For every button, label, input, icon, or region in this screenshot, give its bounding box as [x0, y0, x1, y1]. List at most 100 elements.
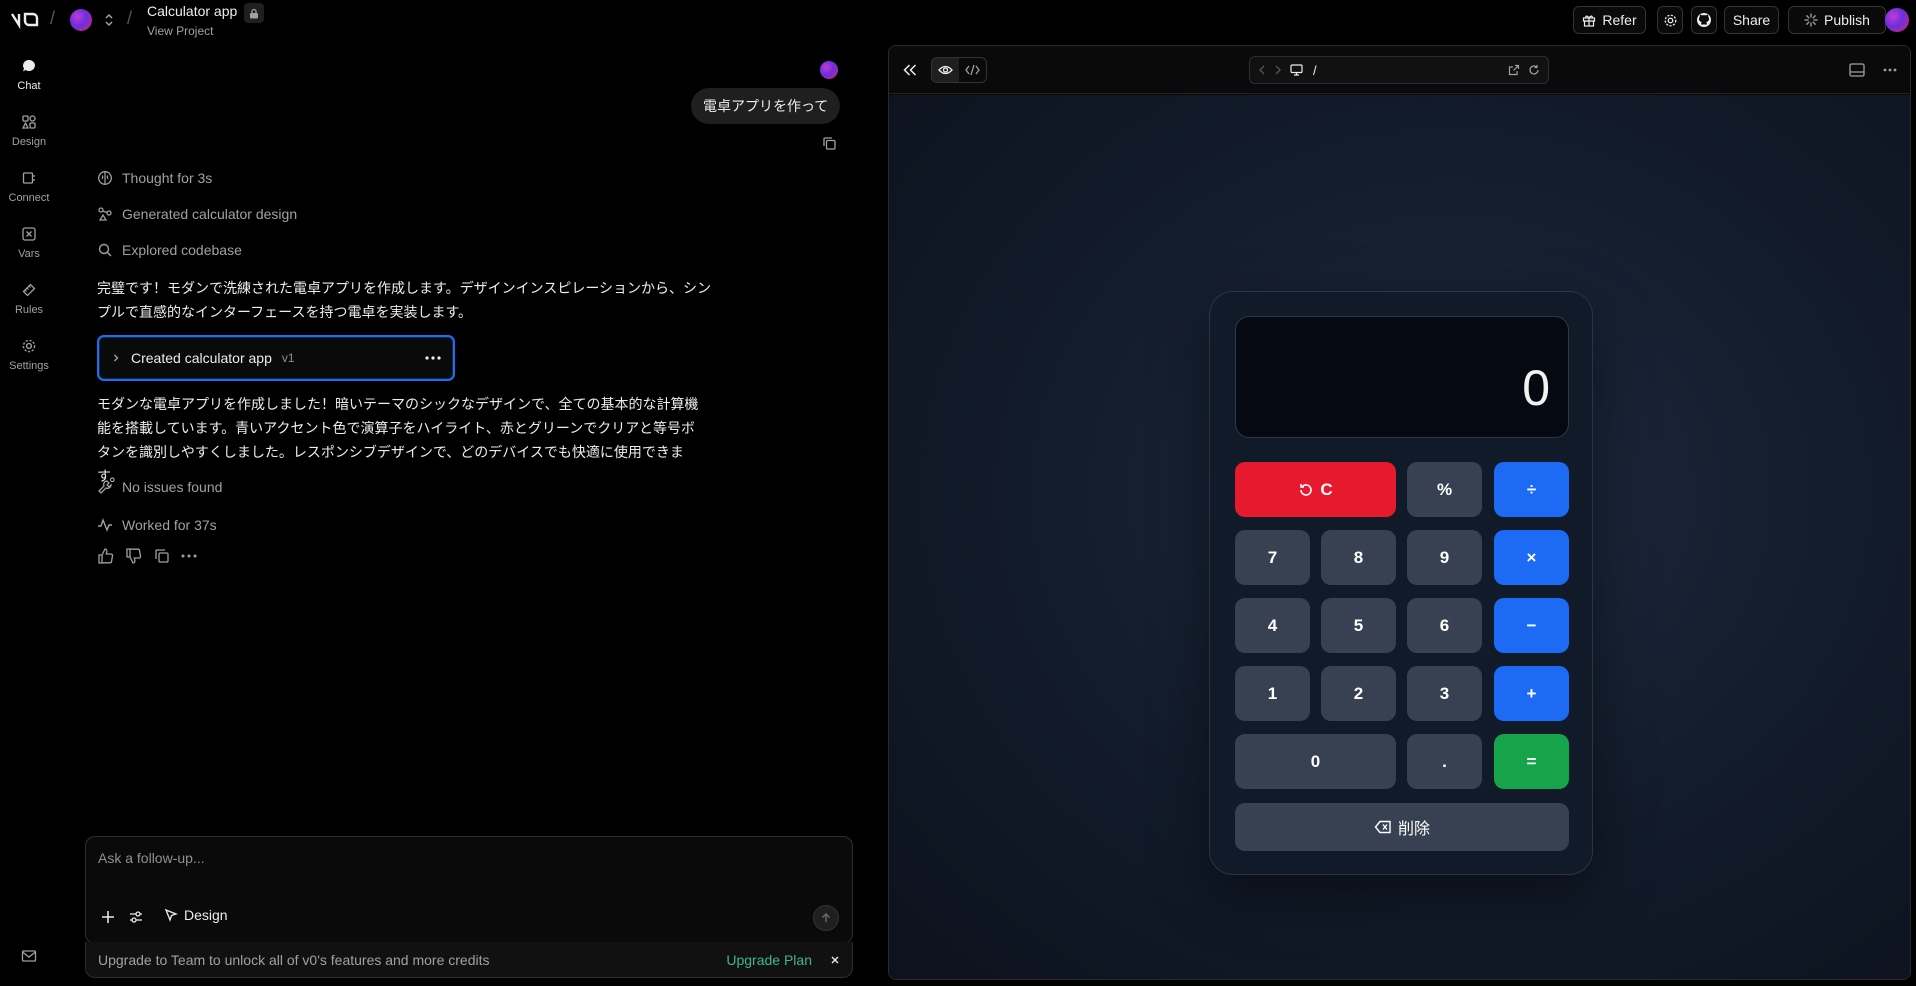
key-0[interactable]: 0 [1235, 734, 1396, 789]
thumbs-up-icon[interactable] [97, 547, 115, 565]
rail-item-chat[interactable]: Chat [0, 58, 58, 92]
step-explored-label: Explored codebase [122, 242, 242, 258]
external-link-icon[interactable] [1508, 64, 1520, 76]
rail-item-vars[interactable]: Vars [0, 226, 58, 260]
refer-button[interactable]: Refer [1573, 6, 1646, 34]
key-4[interactable]: 4 [1235, 598, 1310, 653]
send-button[interactable] [813, 905, 839, 931]
code-icon[interactable] [959, 58, 986, 82]
design-mode-button[interactable]: Design [164, 907, 228, 923]
step-no-issues[interactable]: No issues found [97, 479, 222, 495]
monitor-icon[interactable] [1290, 64, 1303, 76]
step-explored[interactable]: Explored codebase [97, 242, 242, 258]
key-7[interactable]: 7 [1235, 530, 1310, 585]
team-avatar[interactable] [70, 9, 92, 31]
calculator: 0 C % ÷ 7 8 9 × 4 5 6 − 1 2 3 + 0 . = 削除 [1209, 291, 1593, 875]
publish-button[interactable]: Publish [1788, 6, 1886, 34]
rail-label: Vars [18, 248, 40, 260]
project-title[interactable]: Calculator app [147, 3, 237, 19]
key-3[interactable]: 3 [1407, 666, 1482, 721]
copy-message-icon[interactable] [822, 136, 837, 151]
rail-label: Connect [8, 192, 50, 204]
step-thought[interactable]: Thought for 3s [97, 170, 212, 186]
percent-button[interactable]: % [1407, 462, 1482, 517]
step-worked[interactable]: Worked for 37s [97, 517, 217, 533]
key-2[interactable]: 2 [1321, 666, 1396, 721]
assistant-summary-text: モダンな電卓アプリを作成しました！暗いテーマのシックなデザインで、全ての基本的な… [97, 396, 699, 484]
plus-icon[interactable] [100, 909, 116, 925]
plus-button[interactable]: + [1494, 666, 1569, 721]
gift-icon [1582, 13, 1596, 27]
upgrade-plan-link[interactable]: Upgrade Plan [726, 952, 812, 968]
composer[interactable]: Ask a follow-up... Design [85, 836, 853, 944]
clear-label: C [1320, 479, 1333, 499]
eye-icon[interactable] [932, 58, 959, 82]
delete-button[interactable]: 削除 [1235, 803, 1569, 851]
minus-button[interactable]: − [1494, 598, 1569, 653]
step-generated-label: Generated calculator design [122, 206, 298, 222]
breadcrumb-separator: / [127, 8, 133, 28]
copy-icon[interactable] [153, 547, 171, 565]
top-bar: / / Calculator app View Project Refer Sh… [0, 0, 1916, 42]
key-1[interactable]: 1 [1235, 666, 1310, 721]
share-button[interactable]: Share [1724, 6, 1779, 34]
cursor-pointer-icon [164, 908, 178, 922]
url-bar[interactable]: / [1249, 56, 1549, 84]
view-project-link[interactable]: View Project [147, 24, 213, 38]
vars-icon [21, 226, 37, 242]
step-no-issues-label: No issues found [122, 479, 223, 495]
rail-item-rules[interactable]: Rules [0, 282, 58, 316]
key-9[interactable]: 9 [1407, 530, 1482, 585]
version-badge: v1 [281, 351, 295, 365]
collapse-chevrons-icon[interactable] [903, 64, 917, 76]
close-icon[interactable] [830, 955, 840, 965]
settings-icon [21, 338, 37, 354]
mail-icon[interactable] [21, 949, 37, 963]
key-6[interactable]: 6 [1407, 598, 1482, 653]
delete-label: 削除 [1397, 821, 1430, 838]
calculator-display: 0 [1235, 316, 1569, 438]
refresh-icon[interactable] [1528, 64, 1540, 76]
upgrade-text: Upgrade to Team to unlock all of v0's fe… [98, 951, 490, 968]
divide-button[interactable]: ÷ [1494, 462, 1569, 517]
rail-item-settings[interactable]: Settings [0, 338, 58, 372]
spinner-icon [1804, 13, 1818, 27]
thumbs-down-icon[interactable] [125, 547, 143, 565]
github-button[interactable] [1691, 6, 1717, 34]
more-horizontal-icon[interactable] [425, 356, 441, 360]
more-horizontal-icon[interactable] [1883, 68, 1897, 72]
key-8[interactable]: 8 [1321, 530, 1396, 585]
equals-button[interactable]: = [1494, 734, 1569, 789]
rotate-ccw-icon [1298, 482, 1314, 498]
user-avatar[interactable] [1885, 8, 1909, 32]
user-message-bubble: 電卓アプリを作って [691, 88, 841, 124]
step-generated[interactable]: Generated calculator design [97, 206, 297, 222]
search-icon [97, 242, 113, 258]
multiply-button[interactable]: × [1494, 530, 1569, 585]
key-5[interactable]: 5 [1321, 598, 1396, 653]
v0-logo-icon[interactable] [10, 11, 40, 29]
user-message-avatar [820, 61, 838, 79]
assistant-intro-text: 完璧です！モダンで洗練された電卓アプリを作成します。デザインインスピレーションか… [97, 280, 712, 320]
github-icon [1696, 12, 1712, 28]
panel-layout-icon[interactable] [1849, 63, 1865, 77]
version-card[interactable]: Created calculator app v1 [97, 335, 455, 381]
rail-item-connect[interactable]: Connect [0, 170, 58, 204]
rail-item-design[interactable]: Design [0, 114, 58, 148]
sliders-icon[interactable] [128, 909, 144, 925]
clear-button[interactable]: C [1235, 462, 1396, 517]
forward-icon[interactable] [1274, 65, 1282, 75]
settings-button[interactable] [1657, 6, 1683, 34]
lock-icon[interactable] [244, 3, 264, 23]
brain-icon [97, 170, 113, 186]
follow-up-input[interactable]: Ask a follow-up... [98, 850, 205, 866]
decimal-button[interactable]: . [1407, 734, 1482, 789]
connect-icon [21, 170, 37, 186]
back-icon[interactable] [1258, 65, 1266, 75]
upgrade-banner: Upgrade to Team to unlock all of v0's fe… [85, 942, 853, 978]
chevron-updown-icon[interactable] [103, 12, 115, 28]
more-horizontal-icon[interactable] [181, 547, 197, 565]
gear-icon [1663, 13, 1678, 28]
step-thought-label: Thought for 3s [122, 170, 213, 186]
design-generate-icon [97, 206, 113, 222]
